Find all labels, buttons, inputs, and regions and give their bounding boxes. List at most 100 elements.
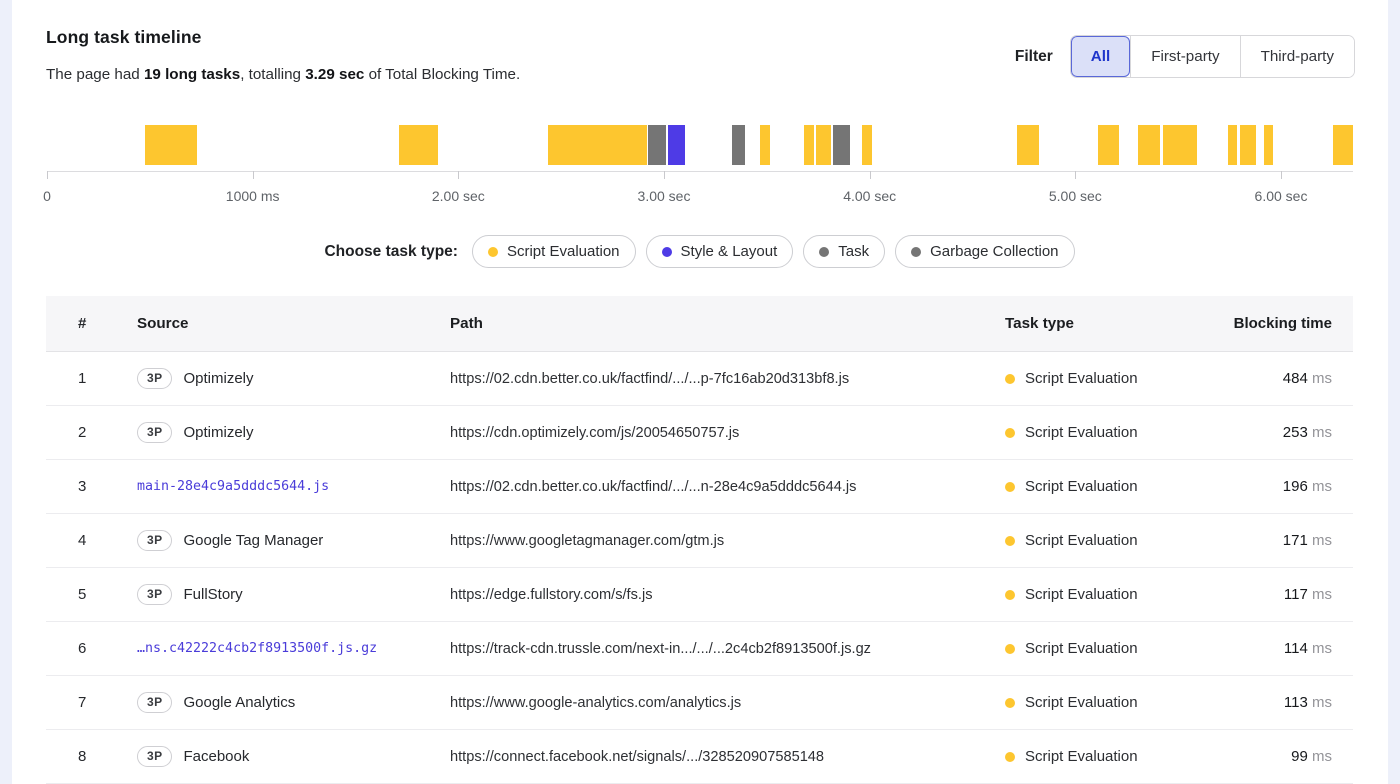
task-type-label: Script Evaluation [1025, 694, 1138, 711]
cell-blocking-time: 113 ms [1193, 694, 1353, 711]
task-segment[interactable] [647, 125, 666, 165]
task-segment[interactable] [759, 125, 770, 165]
summary-middle: , totalling [240, 66, 305, 83]
cell-path: https://track-cdn.trussle.com/next-in...… [450, 641, 1005, 657]
blocking-time-unit: ms [1312, 478, 1332, 495]
source-file-link[interactable]: main-28e4c9a5dddc5644.js [137, 479, 329, 494]
blocking-time-value: 117 [1284, 586, 1312, 603]
legend-chip-label: Style & Layout [681, 243, 778, 260]
table-row: 53PFullStoryhttps://edge.fullstory.com/s… [46, 568, 1353, 622]
source-file-link[interactable]: …ns.c42222c4cb2f8913500f.js.gz [137, 641, 377, 656]
column-header-path: Path [450, 315, 1005, 332]
long-task-table: # Source Path Task type Blocking time 13… [46, 296, 1353, 784]
task-segment[interactable] [1227, 125, 1237, 165]
cell-task-type: Script Evaluation [1005, 748, 1193, 765]
filter-button-all[interactable]: All [1071, 36, 1130, 77]
cell-row-number: 8 [46, 748, 137, 765]
source-name: Optimizely [183, 370, 253, 387]
summary-text: The page had 19 long tasks, totalling 3.… [46, 66, 520, 83]
axis-tick [458, 171, 459, 179]
cell-path: https://02.cdn.better.co.uk/factfind/...… [450, 479, 1005, 495]
task-type-dot [1005, 374, 1015, 384]
task-type-dot [1005, 428, 1015, 438]
legend-color-dot [819, 247, 829, 257]
task-segment[interactable] [144, 125, 197, 165]
cell-source: 3P Google Tag Manager [137, 530, 450, 551]
legend-chip-style-layout[interactable]: Style & Layout [646, 235, 794, 268]
cell-blocking-time: 484 ms [1193, 370, 1353, 387]
cell-row-number: 6 [46, 640, 137, 657]
blocking-time-unit: ms [1312, 748, 1332, 765]
filter-bar: Filter AllFirst-partyThird-party [1015, 35, 1355, 78]
table-row: 6…ns.c42222c4cb2f8913500f.js.gz https://t… [46, 622, 1353, 676]
third-party-badge: 3P [137, 584, 172, 605]
task-segment[interactable] [803, 125, 814, 165]
axis-tick [1281, 171, 1282, 179]
filter-button-third-party[interactable]: Third-party [1240, 36, 1354, 77]
source-name: Google Tag Manager [183, 532, 323, 549]
task-segment[interactable] [731, 125, 745, 165]
legend-chip-script-evaluation[interactable]: Script Evaluation [472, 235, 636, 268]
filter-label: Filter [1015, 48, 1053, 66]
task-type-label: Script Evaluation [1025, 478, 1138, 495]
task-segment[interactable] [1162, 125, 1197, 165]
task-segment[interactable] [1332, 125, 1353, 165]
task-segment[interactable] [547, 125, 647, 165]
task-type-label: Script Evaluation [1025, 748, 1138, 765]
cell-task-type: Script Evaluation [1005, 424, 1193, 441]
task-type-label: Script Evaluation [1025, 424, 1138, 441]
filter-segmented-control: AllFirst-partyThird-party [1070, 35, 1355, 78]
task-segment[interactable] [1239, 125, 1256, 165]
legend-chip-garbage-collection[interactable]: Garbage Collection [895, 235, 1074, 268]
table-header-row: # Source Path Task type Blocking time [46, 296, 1353, 352]
task-segment[interactable] [861, 125, 872, 165]
task-segment[interactable] [832, 125, 850, 165]
cell-blocking-time: 171 ms [1193, 532, 1353, 549]
task-type-dot [1005, 536, 1015, 546]
task-type-dot [1005, 482, 1015, 492]
task-segment[interactable] [1263, 125, 1273, 165]
task-segment[interactable] [1097, 125, 1119, 165]
third-party-badge: 3P [137, 368, 172, 389]
blocking-time-value: 114 [1284, 640, 1312, 657]
cell-blocking-time: 253 ms [1193, 424, 1353, 441]
blocking-time-unit: ms [1312, 532, 1332, 549]
cell-task-type: Script Evaluation [1005, 586, 1193, 603]
task-type-dot [1005, 590, 1015, 600]
cell-source: 3PGoogle Analytics [137, 692, 450, 713]
source-name: Facebook [183, 748, 249, 765]
cell-path: https://www.googletagmanager.com/gtm.js [450, 533, 1005, 549]
legend-chip-label: Garbage Collection [930, 243, 1058, 260]
third-party-badge: 3P [137, 530, 172, 551]
cell-blocking-time: 117 ms [1193, 586, 1353, 603]
task-segment[interactable] [667, 125, 685, 165]
legend-title: Choose task type: [324, 243, 458, 261]
table-row: 73PGoogle Analyticshttps://www.google-an… [46, 676, 1353, 730]
filter-button-first-party[interactable]: First-party [1130, 36, 1239, 77]
task-type-label: Script Evaluation [1025, 640, 1138, 657]
legend-chip-task[interactable]: Task [803, 235, 885, 268]
axis-tick-label: 4.00 sec [843, 188, 896, 204]
task-type-dot [1005, 698, 1015, 708]
cell-source: 3P Optimizely [137, 368, 450, 389]
task-segment[interactable] [815, 125, 831, 165]
summary-prefix: The page had [46, 66, 144, 83]
summary-blocking-time: 3.29 sec [305, 66, 364, 83]
column-header-blocking-time: Blocking time [1193, 315, 1353, 332]
cell-path: https://02.cdn.better.co.uk/factfind/...… [450, 371, 1005, 387]
cell-source: 3POptimizely [137, 422, 450, 443]
task-type-label: Script Evaluation [1025, 586, 1138, 603]
task-segment[interactable] [1137, 125, 1160, 165]
axis-tick-label: 1000 ms [226, 188, 280, 204]
column-header-num: # [46, 315, 137, 332]
task-segment[interactable] [1016, 125, 1039, 165]
source-name: FullStory [183, 586, 242, 603]
task-segment[interactable] [398, 125, 438, 165]
blocking-time-value: 99 [1291, 748, 1312, 765]
axis-tick-label: 5.00 sec [1049, 188, 1102, 204]
long-task-timeline-panel: Long task timeline The page had 19 long … [12, 0, 1388, 784]
blocking-time-value: 484 [1283, 370, 1312, 387]
task-type-label: Script Evaluation [1025, 532, 1138, 549]
third-party-badge: 3P [137, 692, 172, 713]
blocking-time-value: 253 [1283, 424, 1312, 441]
